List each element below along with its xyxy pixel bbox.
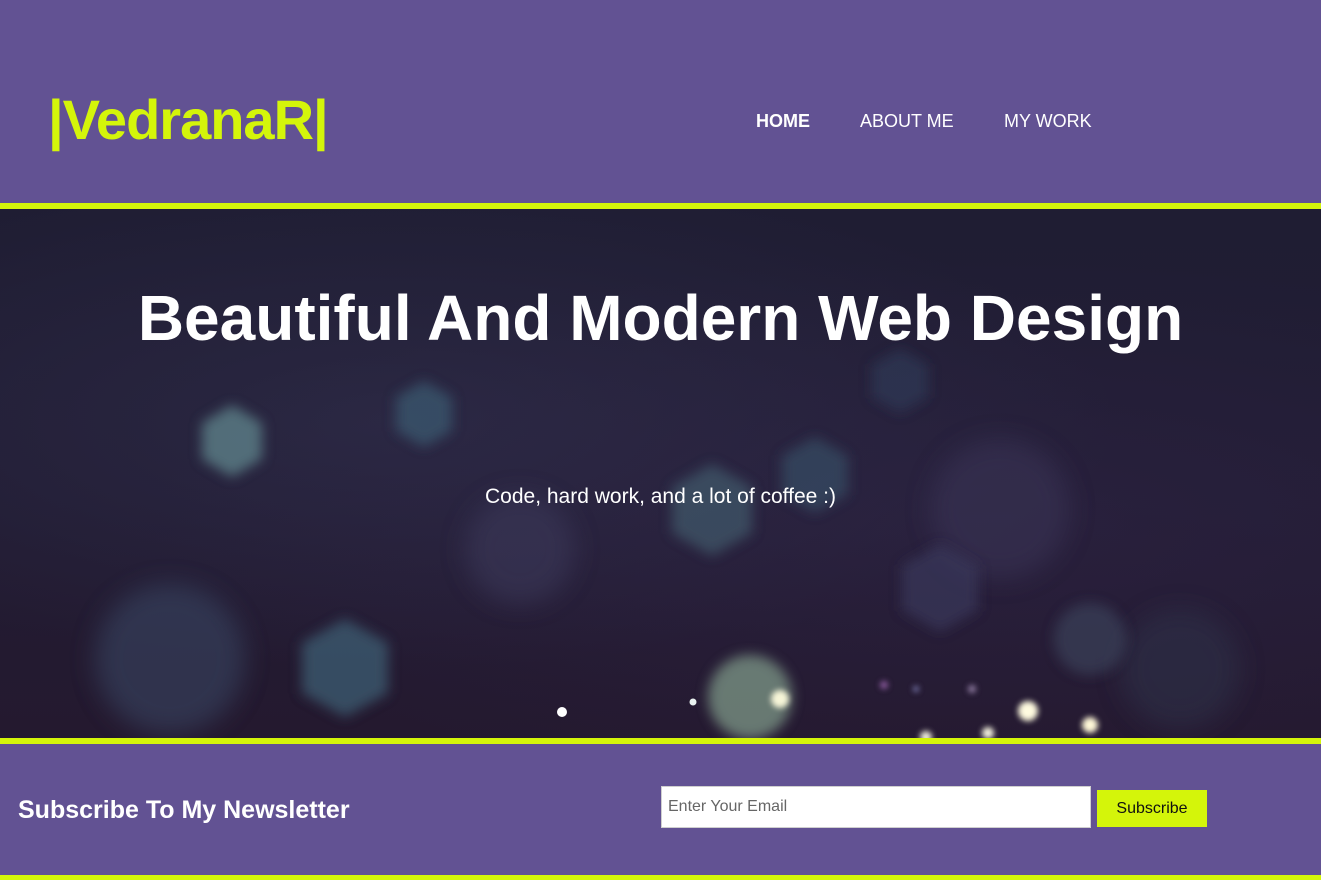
nav-about-me-link[interactable]: ABOUT ME <box>860 108 954 134</box>
site-header: |VedranaR| HOME ABOUT ME MY WORK <box>0 0 1321 203</box>
main-nav: HOME ABOUT ME MY WORK <box>0 108 1321 134</box>
newsletter-email-input[interactable] <box>661 786 1091 828</box>
hero-tagline: Code, hard work, and a lot of coffee :) <box>485 485 836 508</box>
subscribe-button[interactable]: Subscribe <box>1097 790 1207 827</box>
nav-home-link[interactable]: HOME <box>756 108 810 134</box>
newsletter-heading: Subscribe To My Newsletter <box>18 796 350 824</box>
newsletter-section: Subscribe To My Newsletter Subscribe <box>0 744 1321 875</box>
hero-banner: Beautiful And Modern Web Design Code, ha… <box>0 209 1321 738</box>
nav-my-work-link[interactable]: MY WORK <box>1004 108 1092 134</box>
hero-heading: Beautiful And Modern Web Design <box>137 282 1184 354</box>
footer-divider <box>0 875 1321 880</box>
